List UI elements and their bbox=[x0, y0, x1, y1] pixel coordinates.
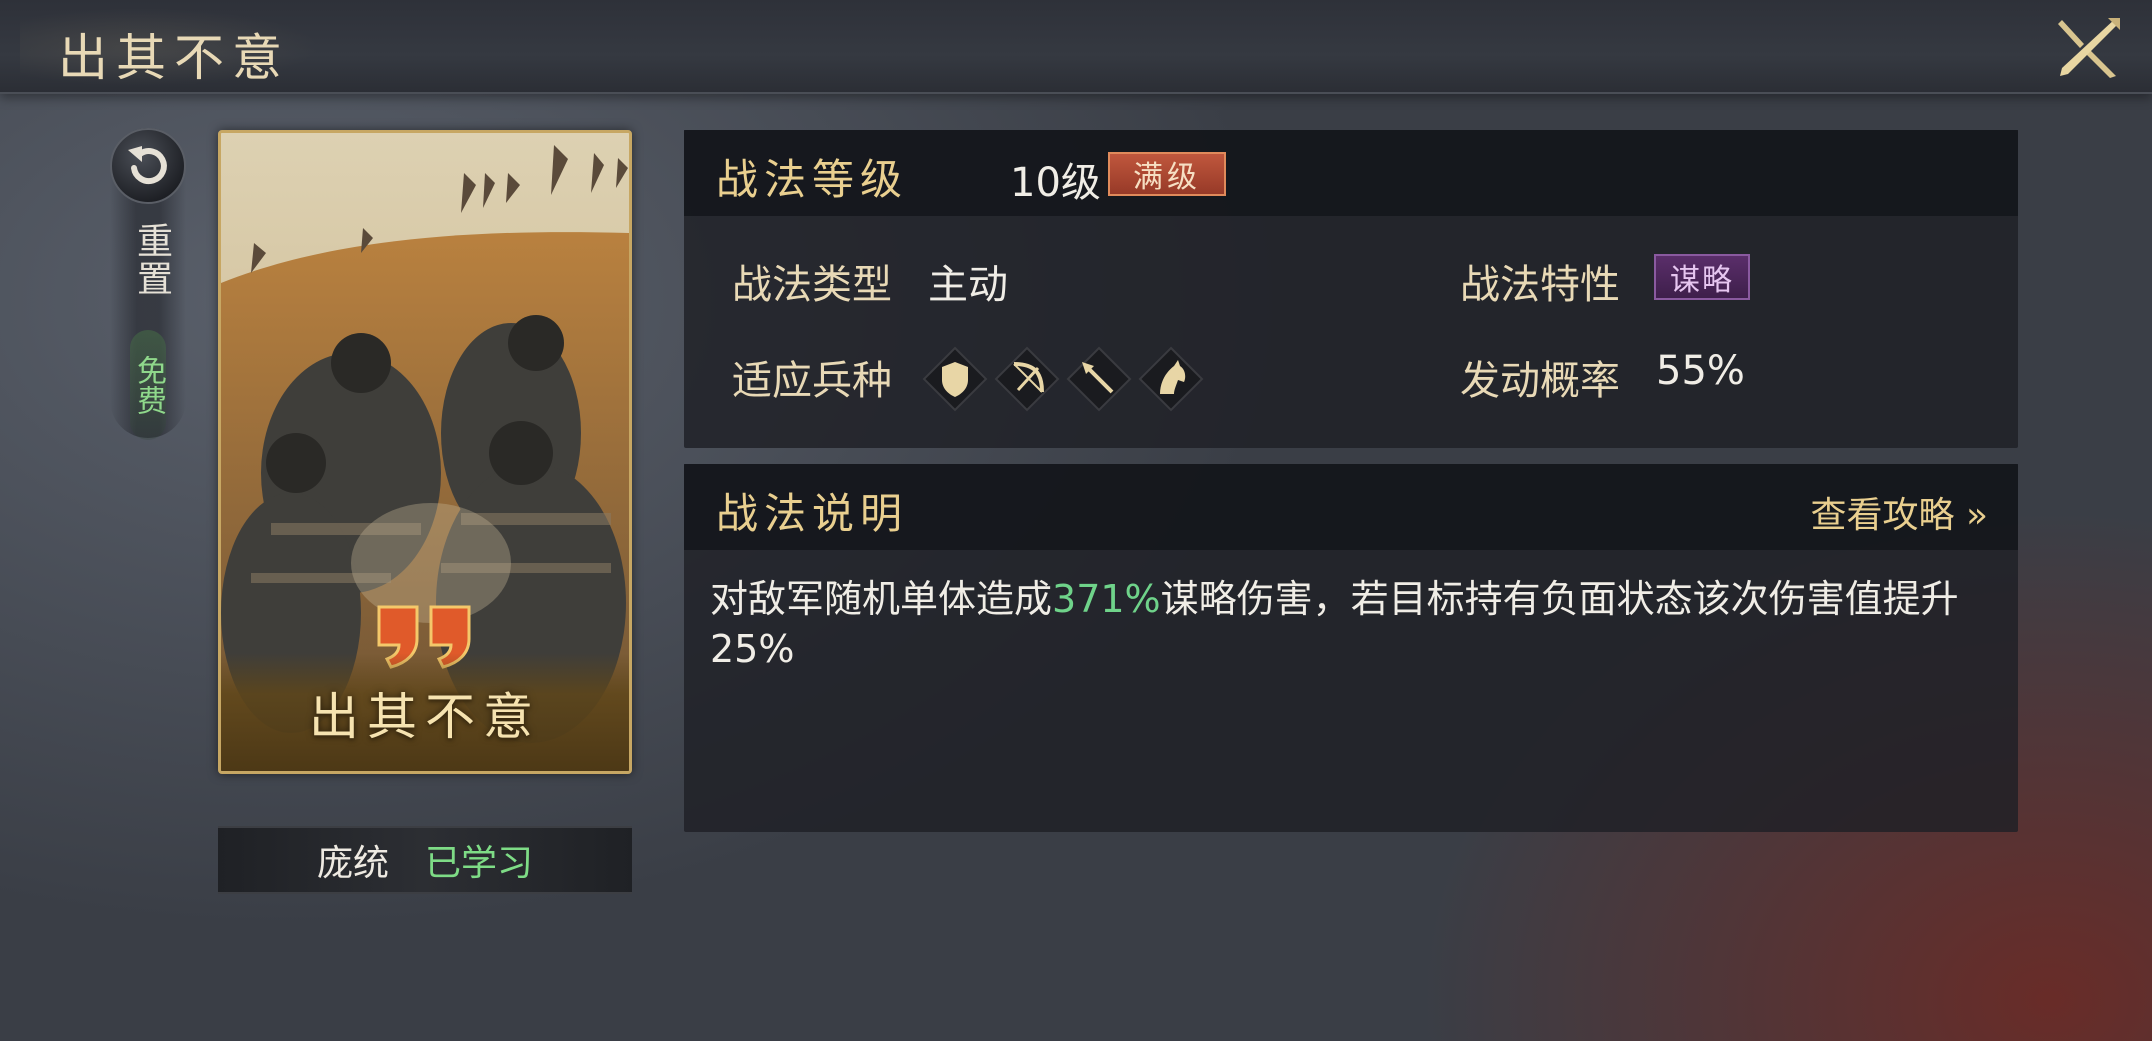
troop-types-label: 适应兵种 bbox=[732, 358, 892, 404]
skill-description-title: 战法说明 bbox=[716, 489, 909, 538]
horse-icon bbox=[1138, 346, 1204, 412]
skill-description-panel: 战法说明 查看攻略 » 对敌军随机单体造成371%谋略伤害，若目标持有负面状态该… bbox=[684, 464, 2018, 832]
learned-status: 已学习 bbox=[425, 843, 534, 884]
skill-type-value: 主动 bbox=[928, 262, 1008, 308]
skill-type-label: 战法类型 bbox=[732, 262, 892, 308]
page-title: 出其不意 bbox=[58, 29, 290, 87]
owner-bar: 庞统 已学习 bbox=[218, 826, 632, 894]
spear-icon bbox=[1066, 346, 1132, 412]
damage-percent: 371% bbox=[1052, 577, 1161, 621]
skill-card: 出其不意 bbox=[218, 130, 632, 774]
close-button[interactable] bbox=[2054, 14, 2124, 80]
reset-button[interactable]: 重置 免费 bbox=[110, 128, 186, 440]
skill-description-text: 对敌军随机单体造成371%谋略伤害，若目标持有负面状态该次伤害值提升25% bbox=[710, 574, 2000, 674]
description-text-part: 对敌军随机单体造成 bbox=[710, 577, 1053, 621]
skill-level-header: 战法等级 10级 满级 bbox=[684, 130, 2018, 216]
close-icon bbox=[2058, 18, 2120, 78]
card-name: 出其不意 bbox=[309, 688, 541, 746]
bow-icon bbox=[994, 346, 1060, 412]
shield-icon bbox=[922, 346, 988, 412]
skill-level-title: 战法等级 bbox=[716, 155, 909, 204]
trigger-rate-label: 发动概率 bbox=[1460, 358, 1620, 404]
owner-name: 庞统 bbox=[316, 843, 389, 884]
title-bar: 出其不意 bbox=[0, 0, 2152, 94]
skill-trait-label: 战法特性 bbox=[1460, 262, 1620, 308]
reset-label: 重置 bbox=[131, 222, 172, 298]
reset-icon bbox=[110, 128, 186, 204]
skill-description-header: 战法说明 查看攻略 » bbox=[684, 464, 2018, 550]
trigger-rate-value: 55% bbox=[1656, 348, 1745, 394]
max-level-badge: 满级 bbox=[1108, 152, 1226, 196]
view-guide-link[interactable]: 查看攻略 » bbox=[1811, 486, 1988, 538]
skill-level-value: 10级 bbox=[1010, 160, 1101, 206]
skill-trait-badge: 谋略 bbox=[1654, 254, 1750, 300]
free-badge: 免费 bbox=[130, 330, 166, 440]
skill-info-panel: 战法等级 10级 满级 战法类型 主动 战法特性 谋略 适应兵种 发动概率 55… bbox=[684, 130, 2018, 448]
